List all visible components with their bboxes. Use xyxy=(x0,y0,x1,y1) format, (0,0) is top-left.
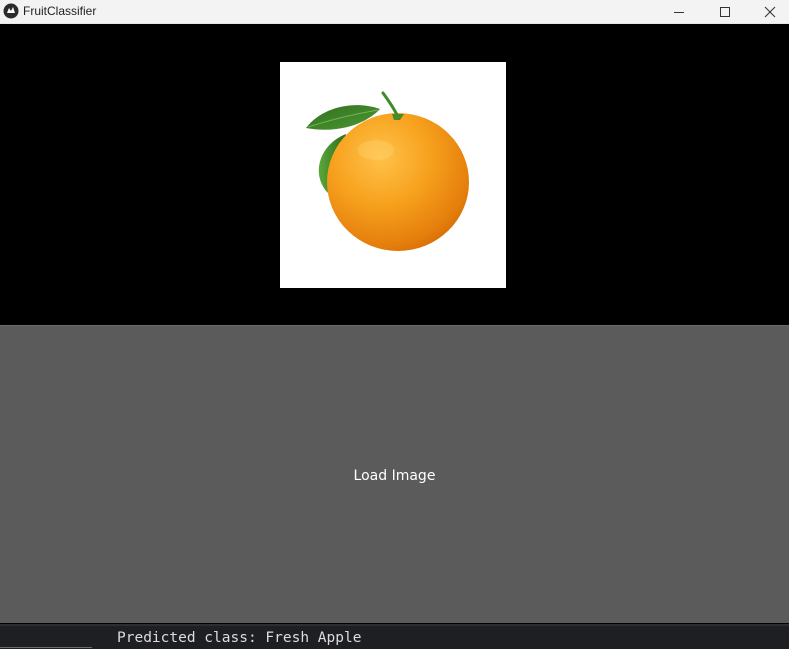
close-button[interactable] xyxy=(747,0,789,24)
maximize-icon xyxy=(719,7,730,17)
window-title: FruitClassifier xyxy=(23,4,97,18)
minimize-button[interactable] xyxy=(656,0,701,24)
load-image-label: Load Image xyxy=(353,467,436,484)
kivy-logo-icon xyxy=(3,3,19,19)
console-output-panel: Predicted class: Fresh Apple xyxy=(0,624,789,649)
fruit-preview-image xyxy=(280,62,506,288)
title-bar[interactable]: FruitClassifier xyxy=(0,0,789,24)
orange-image xyxy=(306,91,469,251)
close-icon xyxy=(764,6,775,18)
image-preview-area xyxy=(0,24,789,325)
prediction-output-text: Predicted class: Fresh Apple xyxy=(117,630,362,646)
console-tab-underline xyxy=(0,647,92,648)
minimize-icon xyxy=(673,12,684,13)
load-image-button[interactable]: Load Image xyxy=(0,326,789,623)
app-window: FruitClassifier Load Image xyxy=(0,0,789,624)
maximize-button[interactable] xyxy=(702,0,747,24)
